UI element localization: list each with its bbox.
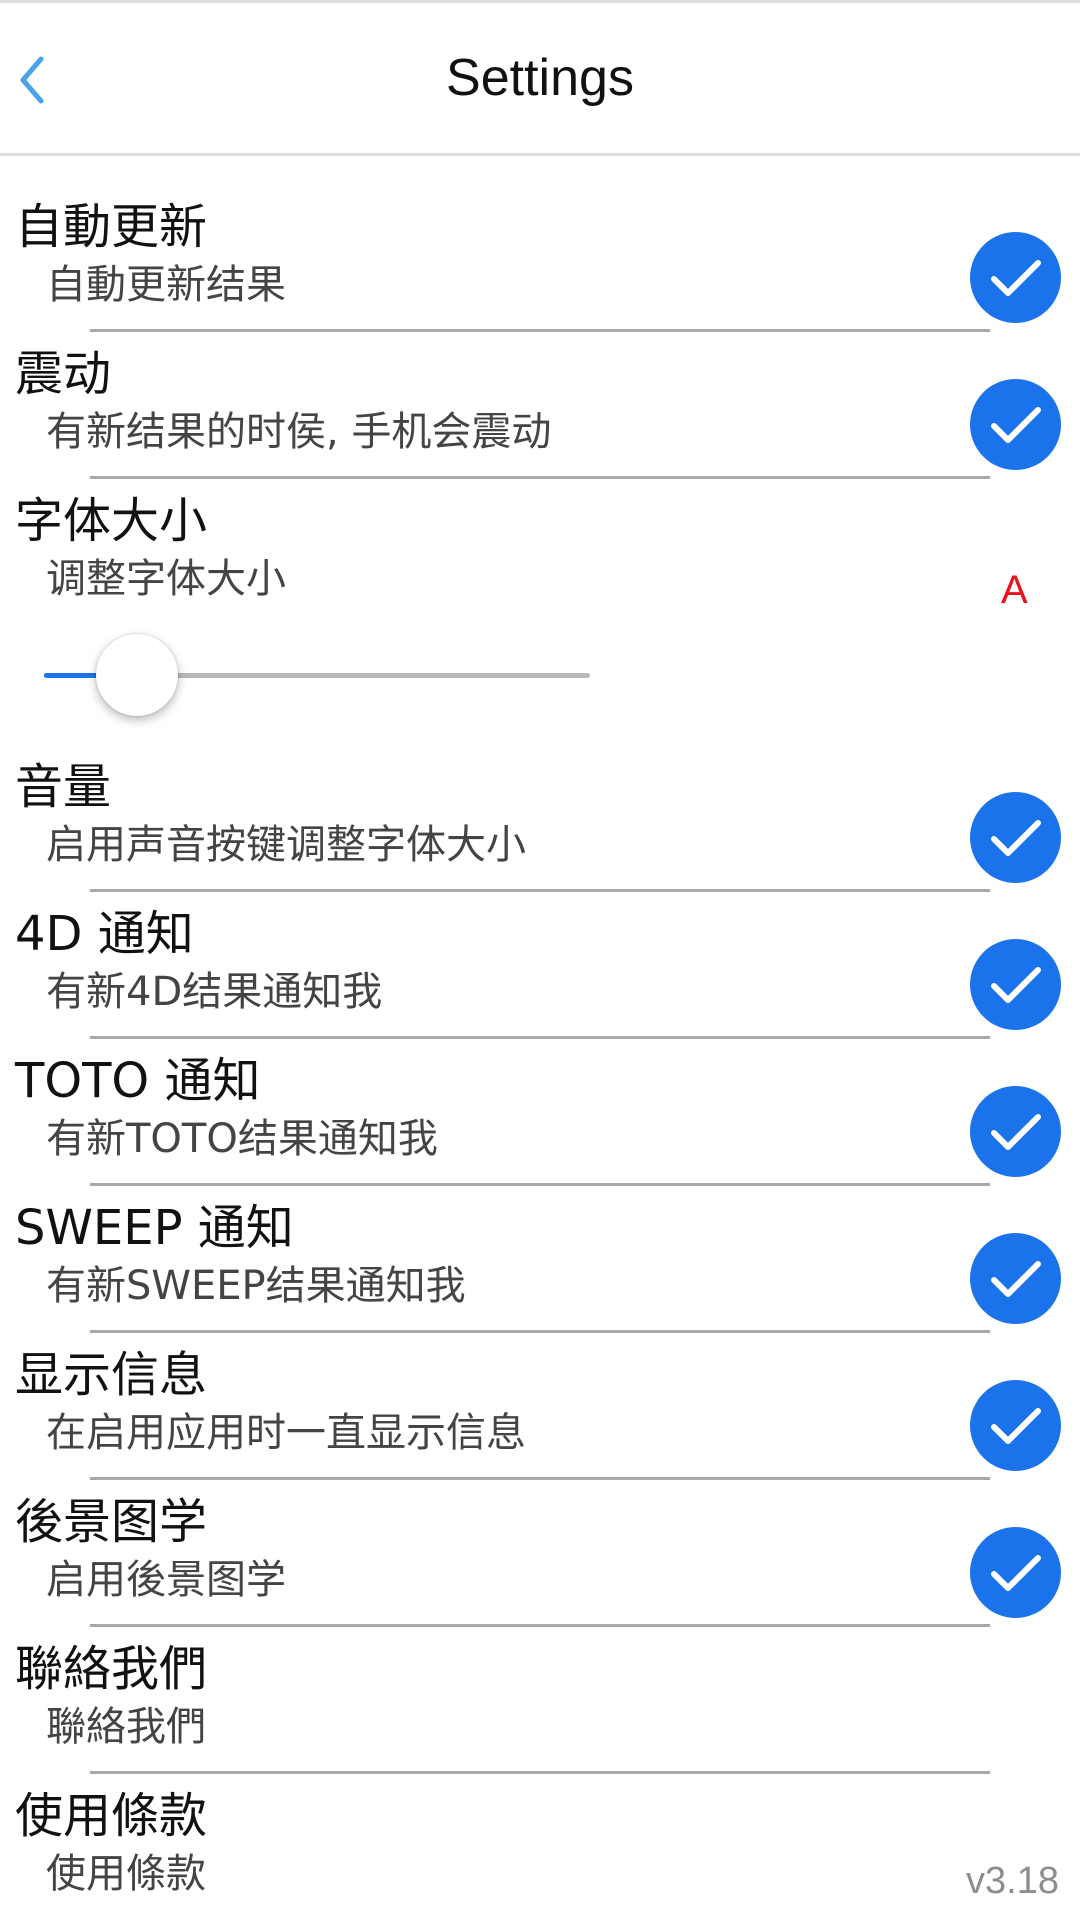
checkmark-icon: [990, 819, 1041, 856]
row-divider: [90, 1771, 990, 1774]
setting-subtitle: 聯絡我們: [46, 1704, 206, 1750]
setting-title: SWEEP 通知: [15, 1200, 294, 1256]
row-divider: [90, 1330, 990, 1333]
setting-subtitle: 启用後景图学: [46, 1557, 286, 1603]
checkmark-icon: [990, 966, 1041, 1003]
setting-title: 4D 通知: [15, 906, 194, 962]
checkmark-icon: [990, 1113, 1041, 1150]
setting-title: TOTO 通知: [15, 1053, 261, 1109]
auto-update-checkbox[interactable]: [970, 232, 1061, 323]
setting-title: 显示信息: [15, 1347, 208, 1403]
row-divider: [90, 329, 990, 332]
setting-subtitle: 调整字体大小: [46, 556, 286, 602]
slider-thumb[interactable]: [95, 634, 178, 716]
setting-subtitle: 自動更新结果: [46, 262, 286, 308]
vibrate-checkbox[interactable]: [970, 379, 1061, 470]
setting-title: 後景图学: [15, 1494, 208, 1550]
row-divider: [90, 1624, 990, 1627]
setting-title: 震动: [15, 346, 112, 402]
background-image-checkbox[interactable]: [970, 1527, 1061, 1618]
page-title: Settings: [446, 49, 634, 107]
font-size-slider[interactable]: [44, 630, 590, 720]
setting-subtitle: 有新SWEEP结果通知我: [46, 1263, 466, 1309]
volume-checkbox[interactable]: [970, 792, 1061, 883]
version-label: v3.18: [966, 1860, 1059, 1902]
row-divider: [90, 1036, 990, 1039]
setting-title: 音量: [15, 759, 112, 815]
setting-subtitle: 在启用应用时一直显示信息: [46, 1410, 526, 1456]
checkmark-icon: [990, 406, 1041, 443]
setting-title: 使用條款: [15, 1788, 208, 1844]
show-message-checkbox[interactable]: [970, 1380, 1061, 1471]
setting-title: 自動更新: [15, 199, 208, 255]
row-divider: [90, 1183, 990, 1186]
setting-subtitle: 启用声音按键调整字体大小: [46, 822, 526, 868]
setting-title: 字体大小: [15, 493, 208, 549]
checkmark-icon: [990, 1554, 1041, 1591]
font-size-indicator: A: [1001, 568, 1028, 612]
row-divider: [90, 476, 990, 479]
checkmark-icon: [990, 1260, 1041, 1297]
navigation-bar: Settings: [0, 3, 1080, 156]
row-divider: [90, 889, 990, 892]
sweep-notify-checkbox[interactable]: [970, 1233, 1061, 1324]
setting-subtitle: 有新TOTO结果通知我: [46, 1116, 438, 1162]
checkmark-icon: [990, 1407, 1041, 1444]
setting-title: 聯絡我們: [15, 1641, 208, 1697]
setting-subtitle: 使用條款: [46, 1851, 206, 1897]
setting-subtitle: 有新4D结果通知我: [46, 969, 383, 1015]
toto-notify-checkbox[interactable]: [970, 1086, 1061, 1177]
4d-notify-checkbox[interactable]: [970, 939, 1061, 1030]
row-divider: [90, 1477, 990, 1480]
checkmark-icon: [990, 259, 1041, 296]
setting-subtitle: 有新结果的时侯, 手机会震动: [46, 409, 552, 455]
